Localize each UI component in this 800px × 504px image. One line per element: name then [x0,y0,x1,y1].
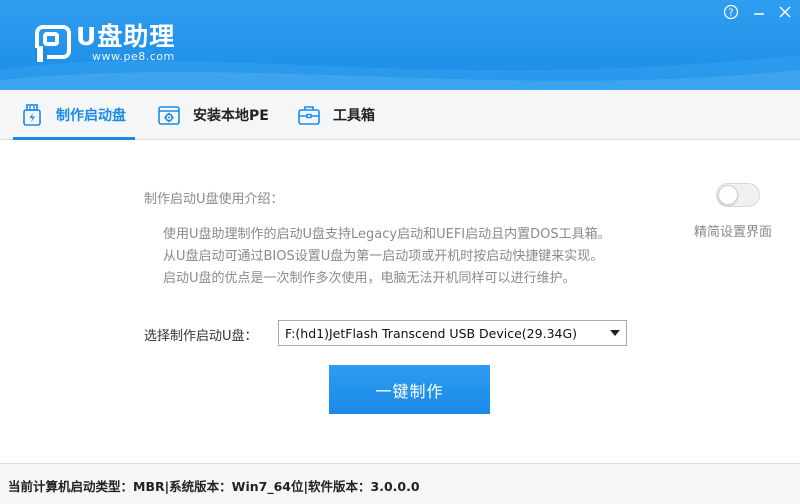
device-select-label: 选择制作启动U盘： [144,329,258,344]
toggle-knob [718,185,738,205]
tab-label: 制作启动盘 [56,108,126,124]
toolbox-icon [298,106,320,125]
intro-line: 启动U盘的优点是一次制作多次使用，电脑无法开机同样可以进行维护。 [163,271,576,286]
intro-line: 从U盘启动可通过BIOS设置U盘为第一启动项或开机时按启动快捷键来实现。 [163,249,604,264]
help-circle-icon: ? [723,4,739,20]
app-url: www.pe8.com [92,50,175,63]
tab-toolbox[interactable]: 工具箱 [297,90,375,140]
gear-window-icon [158,106,180,125]
intro-title: 制作启动U盘使用介绍： [144,192,284,207]
minimize-icon [754,13,764,15]
simple-ui-toggle-label: 精简设置界面 [694,225,773,240]
tab-bar: 制作启动盘 安装本地PE 工具箱 [0,90,800,140]
dropdown-caret-icon [604,321,626,345]
active-tab-indicator [13,137,135,140]
tab-make-bootdisk[interactable]: 制作启动盘 [20,90,126,140]
logo-icon [35,25,71,62]
app-title: U盘助理 [76,22,176,51]
main-panel: 制作启动U盘使用介绍： 使用U盘助理制作的启动U盘支持Legacy启动和UEFI… [0,141,800,463]
simple-ui-toggle[interactable] [716,183,760,207]
minimize-button[interactable] [748,2,770,22]
one-click-make-button[interactable]: 一键制作 [329,365,490,414]
system-status-text: 当前计算机启动类型：MBR|系统版本：Win7_64位|软件版本：3.0.0.0 [8,479,420,494]
close-button[interactable] [774,2,796,22]
tab-install-local-pe[interactable]: 安装本地PE [157,90,269,140]
usb-lightning-icon [23,104,41,126]
status-bar: 当前计算机启动类型：MBR|系统版本：Win7_64位|软件版本：3.0.0.0 [0,463,800,504]
usb-device-select[interactable]: F:(hd1)JetFlash Transcend USB Device(29.… [278,320,627,346]
svg-text:?: ? [728,8,733,19]
selected-device-value: F:(hd1)JetFlash Transcend USB Device(29.… [285,325,578,341]
app-header: U盘助理 www.pe8.com ? [0,0,800,90]
close-icon [779,6,791,18]
tab-label: 工具箱 [333,108,375,124]
intro-line: 使用U盘助理制作的启动U盘支持Legacy启动和UEFI启动且内置DOS工具箱。 [163,227,611,242]
tab-label: 安装本地PE [193,108,269,124]
help-button[interactable]: ? [720,2,742,22]
